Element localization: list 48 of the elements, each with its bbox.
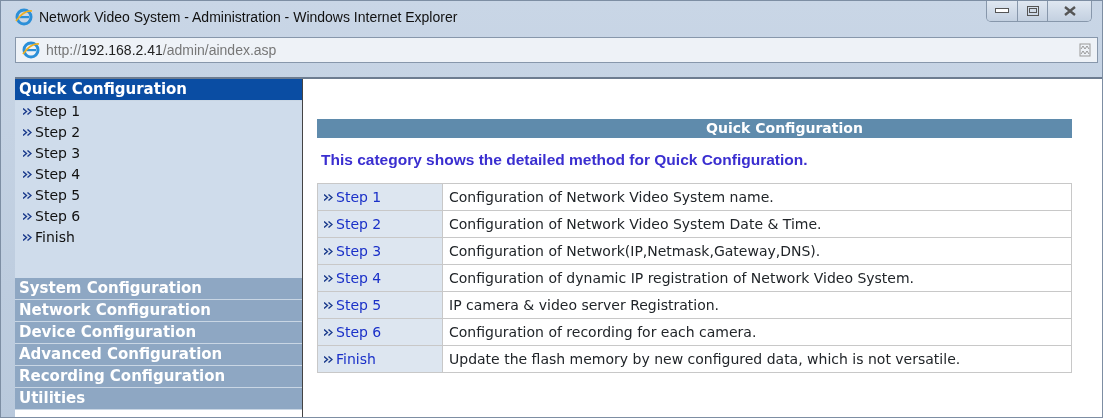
step-link[interactable]: Step 4 [324,268,382,290]
minimize-button[interactable] [987,1,1017,21]
window-title: Network Video System - Administration - Windows Internet Explorer [39,7,459,27]
sidebar-link[interactable]: Finish [15,227,302,248]
description-text: This category shows the detailed method for Quick Configuration. [321,150,809,170]
sidebar-section-header[interactable]: Quick Configuration [15,79,302,101]
sidebar-link[interactable]: Step 1 [15,101,302,122]
step-link[interactable]: Step 2 [324,214,382,236]
sidebar-link[interactable]: Step 2 [15,122,302,143]
table-cell: Configuration of dynamic IP registration of Network Video System. [442,264,1072,292]
sidebar-link[interactable]: Step 6 [15,206,302,227]
double-arrow-icon [23,234,32,241]
table-cell: Configuration of Network Video System name. [442,183,1072,211]
browser-logo-icon [22,41,40,59]
step-link[interactable]: Finish [324,349,376,371]
double-arrow-icon [324,194,333,202]
table-cell: IP camera & video server Registration. [442,291,1072,319]
double-arrow-icon [324,302,333,310]
close-icon [1063,6,1076,16]
double-arrow-icon [324,248,333,256]
table-cell: Update the flash memory by new configured data, which is not versatile. [442,345,1072,373]
step-link[interactable]: Step 3 [324,241,382,263]
double-arrow-icon [23,192,32,199]
sidebar-link[interactable]: Step 5 [15,185,302,206]
double-arrow-icon [324,221,333,229]
double-arrow-icon [23,171,32,178]
double-arrow-icon [23,108,32,115]
step-link[interactable]: Step 1 [324,187,382,209]
step-link[interactable]: Step 6 [324,322,382,344]
double-arrow-icon [324,275,333,283]
address-bar[interactable]: http://192.168.2.41/admin/aindex.asp [15,37,1098,63]
maximize-icon [1026,6,1039,16]
double-arrow-icon [23,129,32,136]
sidebar-link[interactable]: Step 3 [15,143,302,164]
table-cell: Configuration of Network(IP,Netmask,Gateway,DNS). [442,237,1072,265]
maximize-button[interactable] [1017,1,1047,21]
table-cell: Configuration of recording for each camera. [442,318,1072,346]
double-arrow-icon [23,213,32,220]
double-arrow-icon [324,329,333,337]
double-arrow-icon [324,356,333,364]
close-button[interactable] [1047,1,1091,21]
minimize-icon [995,8,1009,14]
section-heading: Quick Configuration [317,119,1072,138]
table-cell: Configuration of Network Video System Date & Time. [442,210,1072,238]
step-link[interactable]: Step 5 [324,295,382,317]
sidebar-link[interactable]: Step 4 [15,164,302,185]
double-arrow-icon [23,150,32,157]
browser-logo-icon [15,8,33,26]
